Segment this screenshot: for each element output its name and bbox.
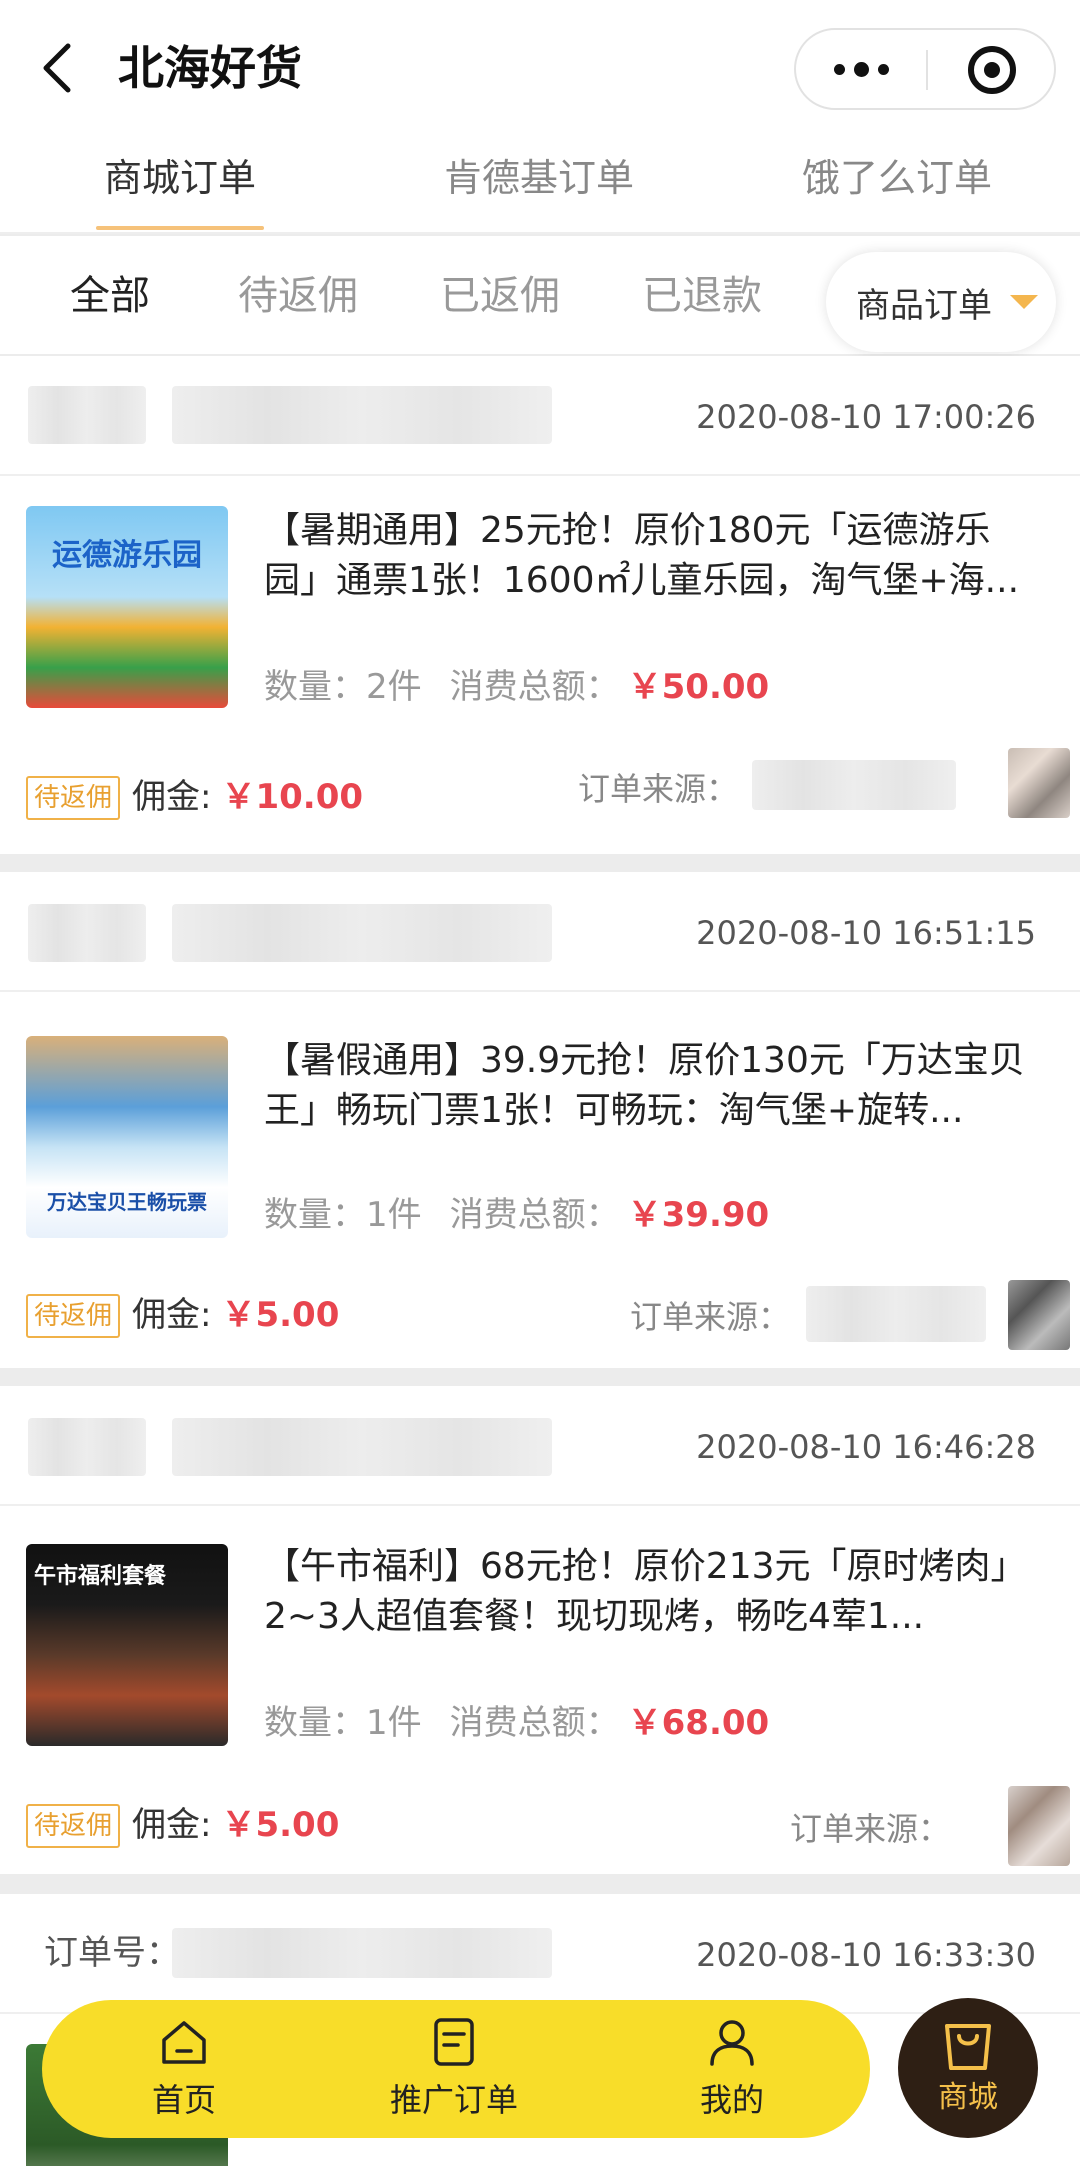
redacted-source xyxy=(806,1286,986,1342)
quantity: 数量：2件 xyxy=(264,667,422,707)
filter-all[interactable]: 全部 xyxy=(70,268,150,324)
dropdown-label: 商品订单 xyxy=(856,285,992,326)
filter-paid[interactable]: 已返佣 xyxy=(440,268,560,324)
total-label: 消费总额： xyxy=(449,1195,620,1235)
close-program-button[interactable] xyxy=(968,46,1016,94)
order-time: 2020-08-10 16:46:28 xyxy=(696,1428,1036,1466)
avatar xyxy=(1008,1280,1070,1350)
redacted-source xyxy=(752,760,956,810)
order-number-label: 订单号： xyxy=(44,1933,180,1973)
order-card[interactable]: 2020-08-10 16:46:28 午市福利套餐 【午市福利】68元抢！原价… xyxy=(0,1386,1080,1874)
redacted-text xyxy=(28,1418,146,1476)
filter-pending[interactable]: 待返佣 xyxy=(238,268,358,324)
order-time: 2020-08-10 17:00:26 xyxy=(696,398,1036,436)
order-source-label: 订单来源： xyxy=(790,1810,951,1848)
order-source-label: 订单来源： xyxy=(578,770,739,808)
filter-refunded[interactable]: 已退款 xyxy=(642,268,762,324)
caret-down-icon xyxy=(1010,295,1038,309)
mall-button[interactable]: 商城 xyxy=(898,1998,1038,2138)
commission-amount: ￥5.00 xyxy=(221,1295,340,1335)
redacted-order-number xyxy=(172,1418,552,1476)
status-filter-bar: 全部 待返佣 已返佣 已退款 商品订单 xyxy=(0,236,1080,354)
order-header: 2020-08-10 16:46:28 xyxy=(0,1386,1080,1506)
tab-mall-orders[interactable]: 商城订单 xyxy=(104,148,256,208)
commission-amount: ￥5.00 xyxy=(221,1805,340,1845)
more-menu-button[interactable] xyxy=(796,30,926,108)
tab-eleme-orders[interactable]: 饿了么订单 xyxy=(802,148,992,208)
commission: 佣金: ￥5.00 xyxy=(132,1805,340,1845)
more-dots-icon xyxy=(833,63,845,75)
tab-kfc-orders[interactable]: 肯德基订单 xyxy=(444,148,634,208)
user-icon xyxy=(710,2020,754,2066)
mini-program-capsule xyxy=(794,28,1056,110)
order-category-dropdown[interactable]: 商品订单 xyxy=(826,252,1056,352)
redacted-order-number xyxy=(172,904,552,962)
commission-amount: ￥10.00 xyxy=(221,777,364,817)
order-meta: 数量：1件 消费总额： ￥68.00 xyxy=(264,1698,769,1748)
redacted-text xyxy=(28,386,146,444)
order-meta: 数量：2件 消费总额： ￥50.00 xyxy=(264,662,769,712)
total-amount: ￥50.00 xyxy=(627,667,770,707)
quantity: 数量：1件 xyxy=(264,1703,422,1743)
active-tab-indicator xyxy=(96,226,264,230)
product-name[interactable]: 【暑期通用】25元抢！原价180元「运德游乐园」通票1张！1600㎡儿童乐园，淘… xyxy=(264,506,1044,606)
commission: 佣金: ￥10.00 xyxy=(132,777,364,817)
redacted-text xyxy=(28,904,146,962)
commission: 佣金: ￥5.00 xyxy=(132,1295,340,1335)
nav-mine[interactable]: 我的 xyxy=(642,2014,822,2122)
redacted-order-number xyxy=(172,386,552,444)
order-time: 2020-08-10 16:33:30 xyxy=(696,1936,1036,1974)
product-image[interactable]: 运德游乐园 xyxy=(26,506,228,708)
shopping-bag-icon xyxy=(945,2024,991,2070)
order-icon xyxy=(434,2018,474,2066)
quantity: 数量：1件 xyxy=(264,1195,422,1235)
status-badge: 待返佣 xyxy=(26,1294,120,1338)
order-header: 订单号： 2020-08-10 16:33:30 xyxy=(0,1894,1080,2014)
order-meta: 数量：1件 消费总额： ￥39.90 xyxy=(264,1190,769,1240)
avatar xyxy=(1008,748,1070,818)
order-type-tabs: 商城订单 肯德基订单 饿了么订单 xyxy=(0,138,1080,234)
status-badge: 待返佣 xyxy=(26,776,120,820)
order-header: 2020-08-10 16:51:15 xyxy=(0,872,1080,992)
product-image[interactable]: 万达宝贝王畅玩票 xyxy=(26,1036,228,1238)
bottom-tab-bar: 首页 推广订单 我的 xyxy=(42,2000,870,2138)
back-button[interactable] xyxy=(38,40,78,96)
status-badge: 待返佣 xyxy=(26,1804,120,1848)
order-header: 2020-08-10 17:00:26 xyxy=(0,356,1080,476)
chevron-left-icon xyxy=(43,43,71,93)
total-label: 消费总额： xyxy=(449,667,620,707)
order-card[interactable]: 2020-08-10 16:51:15 万达宝贝王畅玩票 【暑假通用】39.9元… xyxy=(0,872,1080,1368)
page-title: 北海好货 xyxy=(118,41,302,95)
home-icon xyxy=(162,2021,206,2064)
redacted-order-number xyxy=(172,1928,552,1978)
product-name[interactable]: 【午市福利】68元抢！原价213元「原时烤肉」2~3人超值套餐！现切现烤，畅吃4… xyxy=(264,1542,1044,1642)
total-label: 消费总额： xyxy=(449,1703,620,1743)
total-amount: ￥39.90 xyxy=(627,1195,770,1235)
avatar xyxy=(1008,1786,1070,1866)
total-amount: ￥68.00 xyxy=(627,1703,770,1743)
order-card[interactable]: 2020-08-10 17:00:26 运德游乐园 【暑期通用】25元抢！原价1… xyxy=(0,356,1080,854)
nav-home[interactable]: 首页 xyxy=(94,2014,274,2122)
product-image[interactable]: 午市福利套餐 xyxy=(26,1544,228,1746)
nav-bar: 北海好货 xyxy=(0,0,1080,138)
nav-promo-orders[interactable]: 推广订单 xyxy=(364,2014,544,2122)
order-time: 2020-08-10 16:51:15 xyxy=(696,914,1036,952)
order-source-label: 订单来源： xyxy=(630,1298,791,1336)
product-name[interactable]: 【暑假通用】39.9元抢！原价130元「万达宝贝王」畅玩门票1张！可畅玩：淘气堡… xyxy=(264,1036,1044,1136)
